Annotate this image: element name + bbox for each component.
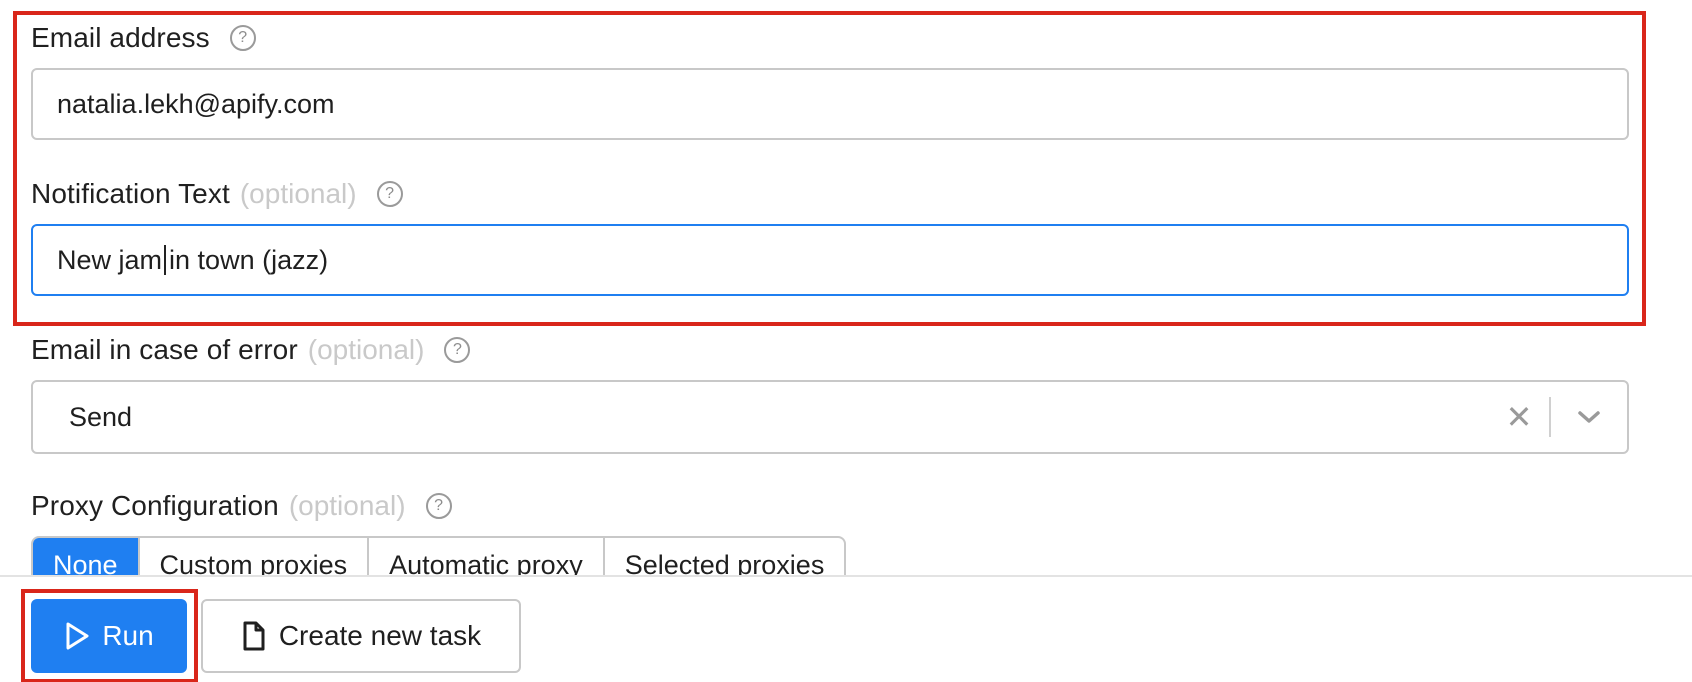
proxy-label: Proxy Configuration [31,490,279,521]
actor-input-form: Email address ? natalia.lekh@apify.com N… [0,0,1692,682]
proxy-label-row: Proxy Configuration (optional) ? [31,486,452,526]
notification-value-before-caret: New jam [57,244,163,275]
error-email-select[interactable]: Send ✕ [31,380,1629,454]
action-bar: Run Create new task [0,575,1692,682]
optional-tag: (optional) [307,334,425,365]
help-icon[interactable]: ? [376,181,403,207]
help-icon[interactable]: ? [229,25,256,51]
optional-tag: (optional) [239,178,357,209]
select-value: Send [69,401,133,432]
notification-text-field[interactable]: New jam in town (jazz) [31,224,1629,296]
notification-label: Notification Text [31,178,230,209]
error-email-label-row: Email in case of error (optional) ? [31,330,471,370]
email-field[interactable]: natalia.lekh@apify.com [31,68,1629,140]
email-label-row: Email address ? [31,18,256,58]
help-icon[interactable]: ? [425,493,452,519]
email-value: natalia.lekh@apify.com [57,88,335,119]
clear-icon[interactable]: ✕ [1489,398,1549,436]
optional-tag: (optional) [288,490,406,521]
create-task-button[interactable]: Create new task [201,599,521,673]
run-button-label: Run [102,620,154,651]
run-button[interactable]: Run [31,599,187,673]
play-icon [66,622,89,650]
create-task-label: Create new task [278,620,482,651]
text-caret [164,245,167,275]
error-email-label: Email in case of error [31,334,298,365]
notification-value-after-caret: in town (jazz) [169,244,329,275]
email-label: Email address [31,22,210,53]
chevron-down-icon[interactable] [1551,409,1627,425]
document-icon [243,621,265,651]
notification-label-row: Notification Text (optional) ? [31,174,403,214]
help-icon[interactable]: ? [444,337,471,363]
